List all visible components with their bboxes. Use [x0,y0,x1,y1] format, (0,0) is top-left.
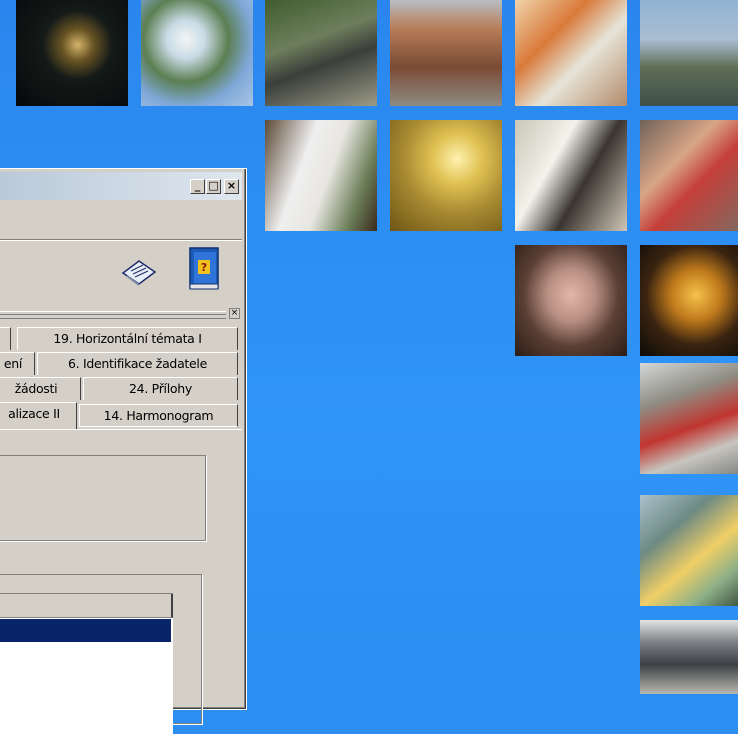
photo-tile-building-facade[interactable] [390,0,502,106]
help-book-icon[interactable]: ? [184,246,224,297]
notepad-icon[interactable] [121,257,157,292]
photo-tile-crowd[interactable] [640,620,738,694]
tab-horizontalni-temata[interactable]: 19. Horizontální témata I [17,327,238,350]
window-titlebar[interactable]: _ □ × [0,172,242,200]
photo-tile-blossom-branch[interactable] [141,0,253,106]
tab-identifikace-zadatele[interactable]: 6. Identifikace žadatele [37,352,238,375]
close-button[interactable]: × [224,179,239,194]
photo-tile-city-skyline[interactable] [640,0,738,106]
photo-tile-construction[interactable] [640,363,738,474]
toolbar-top-separator [0,239,242,241]
photo-tile-gothic-tower[interactable] [640,245,738,356]
panel-header-rule [0,311,226,319]
photo-tile-stroller-park[interactable] [265,0,377,106]
minimize-button[interactable]: _ [190,179,205,194]
photo-tile-coins[interactable] [515,245,627,356]
svg-text:?: ? [201,261,207,274]
tab-partial-row1[interactable] [0,327,11,350]
list-column-header[interactable] [0,594,173,618]
photo-tile-students-computer[interactable] [515,0,627,106]
photo-tile-night-castle[interactable] [16,0,128,106]
maximize-button[interactable]: □ [206,179,221,194]
photo-tile-castle-sunset[interactable] [390,120,502,231]
tab-prilohy[interactable]: 24. Přílohy [83,377,238,400]
application-window: _ □ × ? × 19. Horizontální témata I ení … [0,168,247,734]
photo-tile-presentation[interactable] [515,120,627,231]
photo-tile-dentist[interactable] [640,495,738,606]
photo-tile-lab-scientist[interactable] [265,120,377,231]
group-box-upper [0,455,206,541]
tab-partial-ent[interactable]: ení [0,352,35,375]
tab-partial-zadosti[interactable]: žádosti [0,377,81,400]
list-view[interactable] [0,593,173,734]
tab-realizace-ii[interactable]: alizace II [0,402,77,429]
tab-harmonogram[interactable]: 14. Harmonogram [79,404,238,427]
photo-tile-tourists[interactable] [640,120,738,231]
list-selected-row[interactable] [0,619,171,642]
panel-close-button[interactable]: × [229,308,240,319]
